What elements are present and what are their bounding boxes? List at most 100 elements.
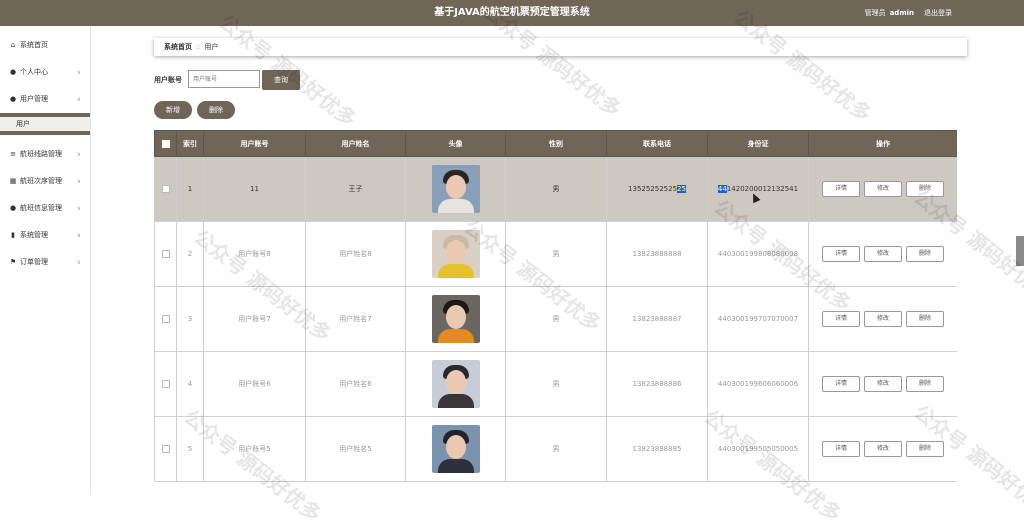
sidebar-subitem-users[interactable]: 用户 [0, 117, 90, 131]
row-checkbox[interactable] [161, 185, 170, 193]
row-checkbox[interactable] [161, 380, 170, 388]
cell-avatar [405, 286, 506, 352]
scroll-handle[interactable] [1016, 236, 1024, 266]
row-select-cell[interactable] [154, 286, 177, 352]
delete-button[interactable]: 删除 [906, 246, 944, 262]
select-all-cell[interactable] [154, 130, 177, 157]
table-row[interactable]: 2 用户账号8 用户姓名8 男 13823888888 440300199808… [154, 221, 957, 287]
row-select-cell[interactable] [154, 221, 177, 287]
chevron-down-icon: ∨ [76, 232, 81, 239]
row-select-cell[interactable] [154, 351, 177, 417]
sidebar-item-label: 个人中心 [20, 68, 48, 76]
cell-index: 4 [176, 351, 204, 417]
column-header: 身份证 [707, 130, 809, 157]
user-icon: ● [9, 204, 17, 212]
chevron-up-icon: ∧ [76, 96, 81, 103]
table-row[interactable]: 3 用户账号7 用户姓名7 男 13823888887 440300199707… [154, 286, 957, 352]
search-button[interactable]: 查询 [262, 70, 300, 90]
sidebar-item-flight-info-management[interactable]: ● 航班信息管理 ∨ [0, 195, 90, 222]
row-checkbox[interactable] [161, 315, 170, 323]
sidebar-item-system-management[interactable]: ▮ 系统管理 ∨ [0, 222, 90, 249]
avatar [431, 360, 480, 408]
cell-gender: 男 [505, 221, 607, 287]
cell-actions: 详情 修改 删除 [808, 156, 957, 222]
flag-icon: ⚑ [9, 258, 17, 266]
cell-name: 王子 [305, 156, 406, 222]
cell-name: 用户姓名5 [305, 416, 406, 482]
column-header: 用户账号 [203, 130, 306, 157]
column-header: 索引 [176, 130, 204, 157]
home-icon: ⌂ [10, 41, 16, 49]
sidebar-item-profile[interactable]: ● 个人中心 ∨ [0, 59, 90, 86]
main-content: 系统首页: 用户 用户账号 查询 新增 删除 索引 用户账号 用户姓名 头像 性别… [91, 26, 1024, 494]
detail-button[interactable]: 详情 [822, 246, 860, 262]
detail-button[interactable]: 详情 [822, 441, 860, 457]
table-row[interactable]: 5 用户账号5 用户姓名5 男 13823888885 440300199505… [154, 416, 957, 482]
cell-id-card: 440300199606060006 [707, 351, 809, 417]
delete-button[interactable]: 删除 [906, 441, 944, 457]
edit-button[interactable]: 修改 [864, 246, 902, 262]
grid-icon: ▦ [9, 177, 17, 185]
cell-avatar [405, 221, 506, 287]
cell-phone: 13823888885 [606, 416, 708, 482]
batch-delete-button[interactable]: 删除 [197, 101, 235, 119]
user-icon: ● [9, 95, 17, 103]
row-select-cell[interactable] [154, 156, 177, 222]
sidebar-item-flight-order-management[interactable]: ▦ 航班次序管理 ∨ [0, 168, 90, 195]
cell-account: 用户账号7 [203, 286, 306, 352]
cell-name: 用户姓名7 [305, 286, 406, 352]
cell-id-card: 440300199808080008 [707, 221, 809, 287]
sidebar-item-order-management[interactable]: ⚑ 订单管理 ∨ [0, 249, 90, 276]
search-input[interactable] [188, 70, 260, 88]
submenu-divider [0, 131, 90, 135]
table-row[interactable]: 4 用户账号6 用户姓名6 男 13823888886 440300199606… [154, 351, 957, 417]
edit-button[interactable]: 修改 [864, 376, 902, 392]
delete-button[interactable]: 删除 [906, 376, 944, 392]
cell-phone: 13823888887 [606, 286, 708, 352]
logout-link[interactable]: 退出登录 [924, 0, 952, 26]
user-table: 索引 用户账号 用户姓名 头像 性别 联系电话 身份证 操作 1 11 王子 男… [154, 130, 957, 482]
edit-button[interactable]: 修改 [864, 441, 902, 457]
cell-phone: 13823888888 [606, 221, 708, 287]
add-button[interactable]: 新增 [154, 101, 192, 119]
detail-button[interactable]: 详情 [822, 376, 860, 392]
cell-index: 3 [176, 286, 204, 352]
search-label: 用户账号 [154, 76, 182, 84]
row-select-cell[interactable] [154, 416, 177, 482]
row-checkbox[interactable] [161, 250, 170, 258]
delete-button[interactable]: 删除 [906, 311, 944, 327]
detail-button[interactable]: 详情 [822, 181, 860, 197]
sidebar: ⌂ 系统首页 ● 个人中心 ∨ ● 用户管理 ∧ 用户 ≡ 航班线路管理 ∨ ▦ 航班次序… [0, 26, 91, 494]
column-header: 头像 [405, 130, 506, 157]
cell-actions: 详情 修改 删除 [808, 221, 957, 287]
user-table-container: 索引 用户账号 用户姓名 头像 性别 联系电话 身份证 操作 1 11 王子 男… [154, 130, 957, 494]
cell-gender: 男 [505, 156, 607, 222]
breadcrumb-home[interactable]: 系统首页 [164, 43, 192, 51]
cell-index: 2 [176, 221, 204, 287]
cell-gender: 男 [505, 351, 607, 417]
breadcrumb-separator: : [197, 43, 200, 51]
cell-name: 用户姓名6 [305, 351, 406, 417]
row-checkbox[interactable] [161, 445, 170, 453]
sidebar-item-route-management[interactable]: ≡ 航班线路管理 ∨ [0, 141, 90, 168]
sidebar-item-user-management[interactable]: ● 用户管理 ∧ [0, 86, 90, 113]
cell-phone: 1352525252525 [606, 156, 708, 222]
breadcrumb-current: 用户 [204, 43, 219, 51]
edit-button[interactable]: 修改 [864, 181, 902, 197]
delete-button[interactable]: 删除 [906, 181, 944, 197]
cell-account: 用户账号6 [203, 351, 306, 417]
sidebar-item-home[interactable]: ⌂ 系统首页 [0, 32, 90, 59]
detail-button[interactable]: 详情 [822, 311, 860, 327]
chevron-down-icon: ∨ [76, 205, 81, 212]
edit-button[interactable]: 修改 [864, 311, 902, 327]
column-header: 操作 [808, 130, 957, 157]
cell-name: 用户姓名8 [305, 221, 406, 287]
cell-index: 1 [176, 156, 204, 222]
user-name: admin [889, 9, 914, 17]
cell-account: 用户账号5 [203, 416, 306, 482]
table-row[interactable]: 1 11 王子 男 1352525252525 4414202000121325… [154, 156, 957, 222]
select-all-checkbox[interactable] [161, 139, 170, 148]
column-header: 性别 [505, 130, 607, 157]
table-header-row: 索引 用户账号 用户姓名 头像 性别 联系电话 身份证 操作 [154, 130, 957, 157]
sidebar-item-label: 用户管理 [20, 95, 48, 103]
